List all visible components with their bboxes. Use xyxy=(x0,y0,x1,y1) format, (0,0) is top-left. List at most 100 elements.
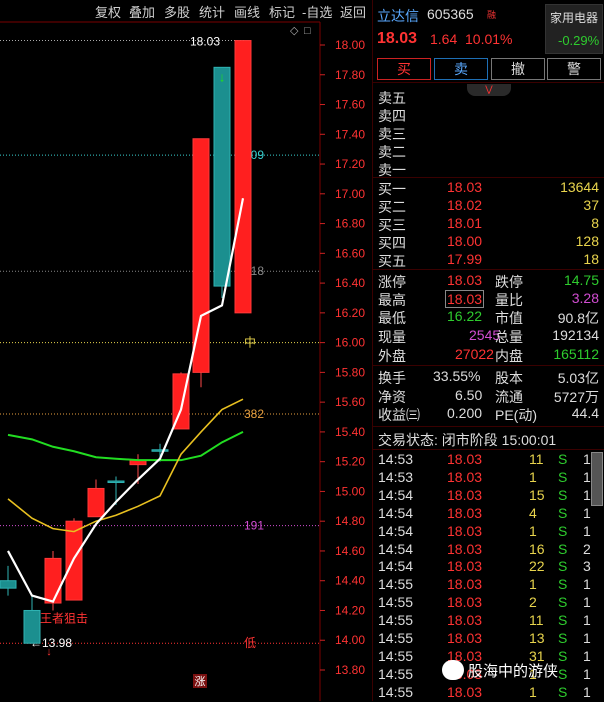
buy-button[interactable]: 买 xyxy=(377,58,431,80)
tick-side: S xyxy=(558,612,568,629)
tick-count: 2 xyxy=(583,540,591,557)
tick-count: 1 xyxy=(583,468,591,485)
total-vol-value: 192134 xyxy=(552,327,599,343)
tick-count: 1 xyxy=(583,683,591,700)
tick-price: 18.03 xyxy=(447,594,483,611)
ma-yellow-line xyxy=(7,398,244,533)
outer-label: 外盘 xyxy=(378,348,406,364)
level-label: 191 xyxy=(244,519,264,533)
wechat-icon xyxy=(442,660,464,680)
cancel-button[interactable]: 撤 xyxy=(491,58,545,80)
toolbar-fuquan[interactable]: 复权 xyxy=(95,2,121,21)
pe-label: PE(动) xyxy=(495,407,537,423)
y-tick-label: 16.20 xyxy=(335,306,365,320)
tick-time: 14:55 xyxy=(378,594,414,611)
quote-row: 净资 6.50 流通 5727万 xyxy=(373,387,604,405)
bid-row: 买五 17.99 18 xyxy=(373,251,604,269)
tick-volume: 1 xyxy=(529,683,537,700)
mcap-value: 90.8亿 xyxy=(557,310,599,326)
toolbar-watchlist[interactable]: -自选 xyxy=(302,2,332,21)
level-label: 中 xyxy=(244,335,256,350)
ask-row: 卖四 xyxy=(373,106,604,124)
sell-button[interactable]: 卖 xyxy=(434,58,488,80)
tick-price: 18.03 xyxy=(447,540,483,557)
float-label: 流通 xyxy=(495,389,523,405)
limit-up-value: 18.03 xyxy=(447,272,483,288)
tick-row: 14:54 18.03 16 S 2 xyxy=(373,541,604,559)
bid-label: 买二 xyxy=(378,199,406,215)
y-tick-label: 13.80 xyxy=(335,663,365,677)
tick-time: 14:55 xyxy=(378,612,414,629)
stock-name[interactable]: 立达信 xyxy=(377,6,419,26)
bid-label: 买三 xyxy=(378,217,406,233)
toolbar-multi[interactable]: 多股 xyxy=(164,2,190,21)
tick-side: S xyxy=(558,451,568,467)
ask-label: 卖五 xyxy=(378,90,406,106)
eps-label: 收益㈢ xyxy=(378,407,420,423)
price-change: 1.64 xyxy=(430,31,458,47)
tick-time: 14:54 xyxy=(378,504,414,521)
tick-time: 14:55 xyxy=(378,630,414,646)
bid-row: 买一 18.03 13644 xyxy=(373,179,604,197)
bid-volume: 13644 xyxy=(560,179,599,195)
y-tick-label: 16.00 xyxy=(335,336,365,350)
ask-row: 卖一 xyxy=(373,160,604,178)
limit-down-value: 14.75 xyxy=(563,272,599,288)
toolbar-draw[interactable]: 画线 xyxy=(234,2,260,21)
tick-volume: 16 xyxy=(529,540,545,557)
tick-count: 1 xyxy=(583,612,591,629)
high-annotation: 18.03 xyxy=(190,35,220,49)
kline-svg[interactable]: 18.00 17.80 17.60 17.40 17.20 17.00 16.80 16.60… xyxy=(0,0,372,701)
candle-body xyxy=(0,580,17,589)
quote-row: 收益㈢ 0.200 PE(动) 44.4 xyxy=(373,405,604,423)
toolbar-stats[interactable]: 统计 xyxy=(199,2,225,21)
tick-side: S xyxy=(558,504,568,521)
total-vol-label: 总量 xyxy=(495,329,523,345)
trade-status-text: 交易状态: 闭市阶段 15:00:01 xyxy=(378,432,557,448)
float-value: 5727万 xyxy=(553,389,599,405)
stock-code: 605365 xyxy=(427,6,474,22)
outer-value: 27022 xyxy=(455,346,494,362)
high-label: 最高 xyxy=(378,292,406,308)
divider xyxy=(373,82,604,83)
y-tick-label: 16.40 xyxy=(335,276,365,290)
ask-row: 卖三 xyxy=(373,124,604,142)
tick-volume: 15 xyxy=(529,486,545,503)
quote-row: 涨停 18.03 跌停 14.75 xyxy=(373,272,604,290)
price-change-pct: 10.01% xyxy=(465,31,513,47)
ask-label: 卖三 xyxy=(378,126,406,142)
ask-label: 卖二 xyxy=(378,144,406,160)
margin-tag: 融 xyxy=(487,10,497,20)
industry-box[interactable]: 家用电器 -0.29% xyxy=(545,4,603,54)
tick-count: 3 xyxy=(583,558,591,575)
toolbar-back[interactable]: 返回 xyxy=(340,2,366,21)
tick-price: 18.03 xyxy=(447,576,483,593)
y-tick-label: 14.20 xyxy=(335,603,365,617)
watermark: 股海中的游侠 xyxy=(468,663,559,680)
vol-ratio-value: 3.28 xyxy=(571,290,599,306)
alert-button[interactable]: 警 xyxy=(547,58,601,80)
pe-value: 44.4 xyxy=(571,405,599,421)
bid-row: 买二 18.02 37 xyxy=(373,197,604,215)
y-tick-label: 16.60 xyxy=(335,246,365,260)
tick-side: S xyxy=(558,522,568,539)
toolbar-overlay[interactable]: 叠加 xyxy=(129,2,155,21)
tick-row: 14:53 18.03 11 S 1 xyxy=(373,451,604,469)
tick-time: 14:53 xyxy=(378,451,414,467)
toolbar-mark[interactable]: 标记 xyxy=(269,2,295,21)
turnover-label: 换手 xyxy=(378,370,406,386)
tick-scrollbar[interactable] xyxy=(591,452,603,506)
y-tick-label: 17.80 xyxy=(335,68,365,82)
kline-chart[interactable]: 18.00 17.80 17.60 17.40 17.20 17.00 16.80 16.60… xyxy=(0,0,372,701)
y-tick-label: 17.00 xyxy=(335,187,365,201)
tick-count: 1 xyxy=(583,504,591,521)
y-tick-label: 15.00 xyxy=(335,484,365,498)
bid-price: 18.03 xyxy=(447,179,483,195)
tick-row: 14:54 18.03 22 S 3 xyxy=(373,558,604,576)
tick-volume: 11 xyxy=(529,451,544,467)
chart-toolbar: 复权 叠加 多股 统计 画线 标记 -自选 返回 xyxy=(0,0,372,20)
tick-time: 14:54 xyxy=(378,486,414,503)
tick-row: 14:55 18.03 1 S 1 xyxy=(373,684,604,702)
tick-volume: 13 xyxy=(529,630,545,646)
quote-row: 现量 2545 总量 192134 xyxy=(373,327,604,345)
